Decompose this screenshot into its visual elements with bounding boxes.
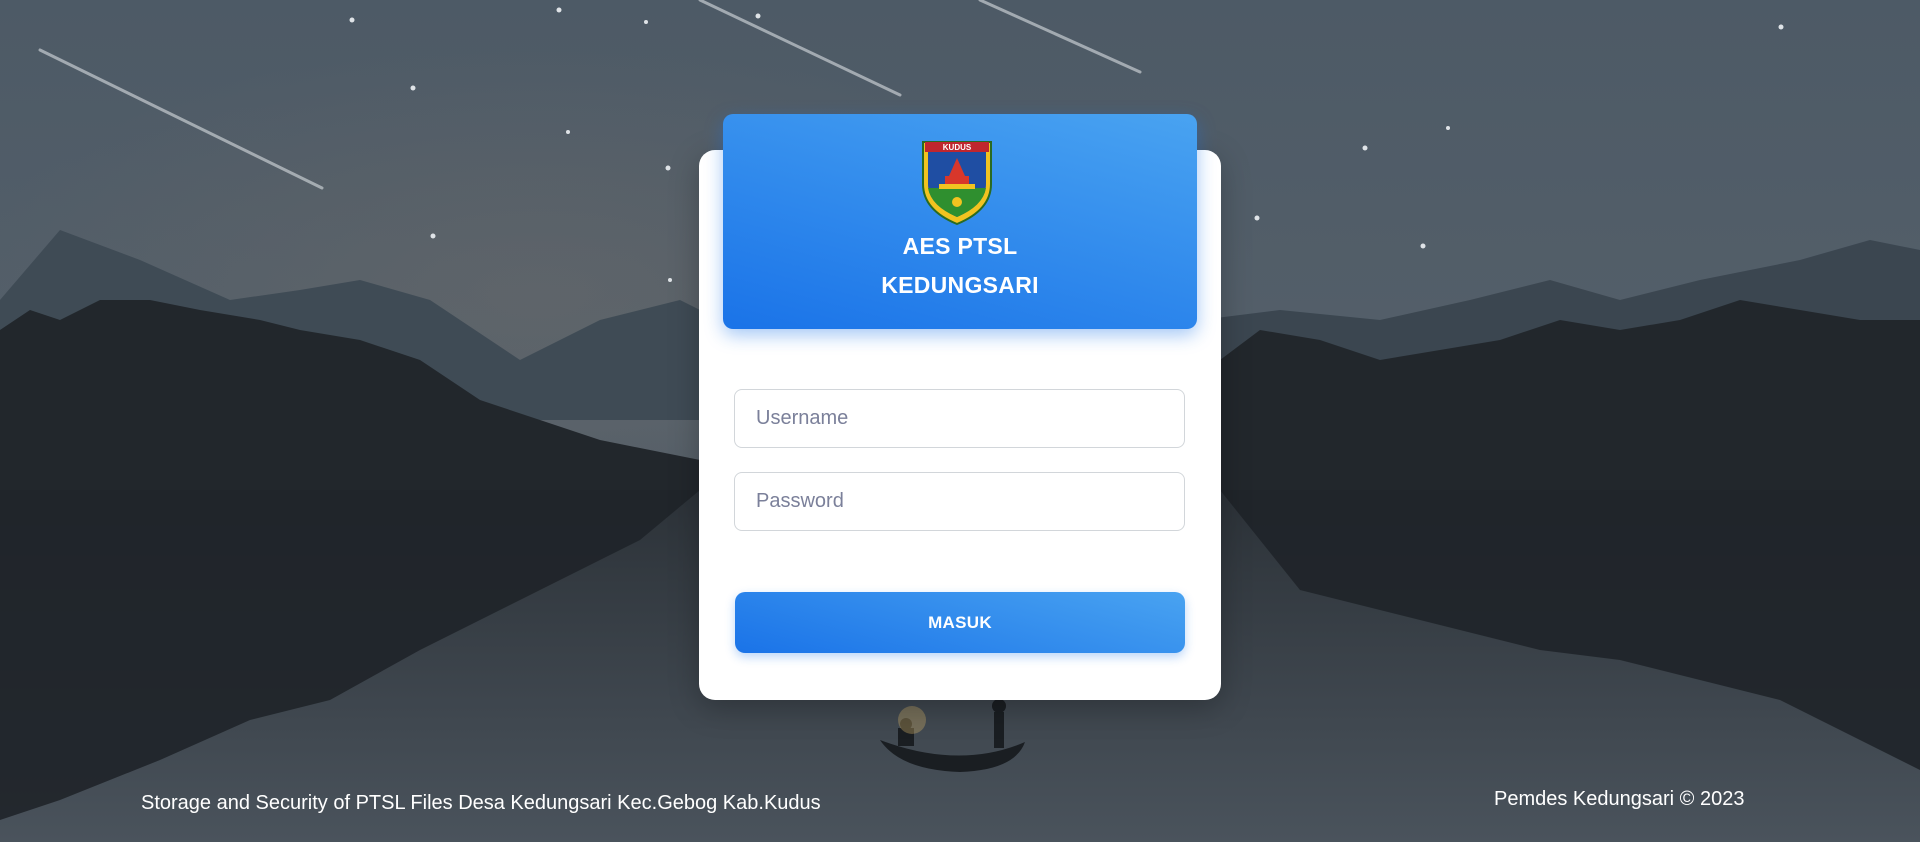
username-input[interactable] (734, 389, 1185, 448)
footer-copyright: Pemdes Kedungsari © 2023 (1494, 788, 1745, 810)
app-title-line1: AES PTSL (902, 233, 1018, 259)
emblem-logo-text: KUDUS (943, 143, 972, 152)
login-submit-button[interactable]: MASUK (735, 592, 1185, 653)
footer-description: Storage and Security of PTSL Files Desa … (141, 792, 821, 814)
app-title-line2: KEDUNGSARI (881, 272, 1039, 298)
login-card-header: KUDUS AES PTSL KEDUNGSARI (723, 114, 1197, 329)
password-input[interactable] (734, 472, 1185, 531)
kudus-regency-emblem-logo: KUDUS (922, 141, 992, 226)
